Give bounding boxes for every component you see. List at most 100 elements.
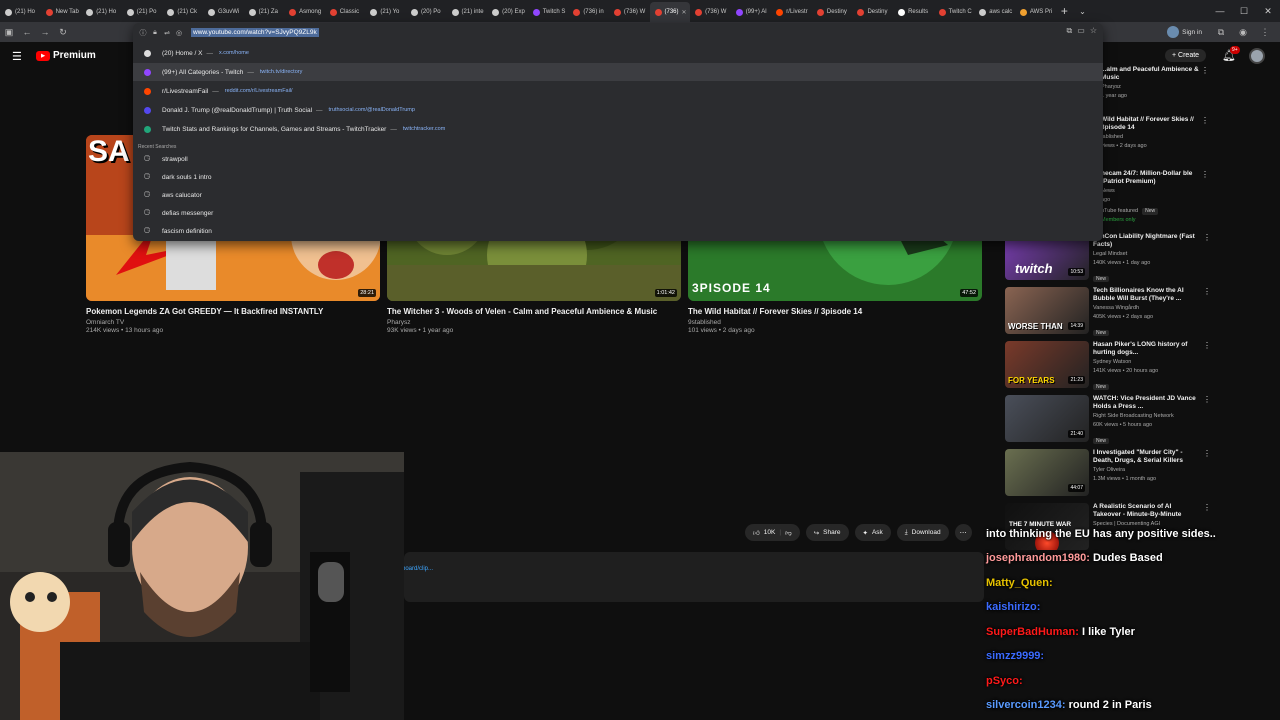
maximize-button[interactable]: ☐ [1232,0,1256,22]
sign-in-button[interactable]: Sign in [1161,24,1208,40]
browser-tab[interactable]: (736) ✕ [649,2,691,22]
extensions-icon[interactable]: ⧉ [1212,22,1230,42]
browser-tab[interactable]: Classic [325,2,366,22]
omnibox-suggestion[interactable]: (99+) All Categories - Twitch — twitch.tv/… [133,63,1103,81]
recent-search-item[interactable]: 🕒︎ aws calucator [133,186,1103,204]
browser-tab[interactable]: Twitch C [934,2,975,22]
browser-tab[interactable]: (21) Yo [365,2,406,22]
chat-username[interactable]: simzz9999: [986,650,1044,662]
chat-username[interactable]: kaishirizo: [986,601,1040,613]
recent-search-item[interactable]: 🕒︎ dark souls 1 intro [133,168,1103,186]
sidebar-channel[interactable]: Tyler Oliveira [1093,467,1201,474]
sidebar-video-title[interactable]: itchCon Liability Nightmare (Fast Facts) [1093,233,1201,249]
more-actions-button[interactable]: ⋯ [954,524,972,541]
forward-button[interactable]: → [36,22,54,42]
browser-tab[interactable]: (99+) Al [731,2,772,22]
sidebar-toggle-icon[interactable]: ▣ [0,22,18,42]
sidebar-thumbnail[interactable]: 21:40 [1005,395,1089,442]
sidebar-thumbnail[interactable]: WORSE THAN 14:39 [1005,287,1089,334]
like-button[interactable]: 👍︎ 10K | 👎︎ [745,524,800,541]
browser-tab[interactable]: (736) in [568,2,609,22]
sidebar-video-title[interactable]: I Investigated "Murder City" - Death, Dr… [1093,449,1201,465]
sidebar-video-title[interactable]: Tech Billionaires Know the AI Bubble Wil… [1093,287,1201,303]
browser-tab[interactable]: (21) Po [122,2,163,22]
youtube-premium-logo[interactable]: ▶ Premium [36,50,96,61]
cast-icon[interactable]: ▭ [1077,26,1085,36]
browser-tab[interactable]: (20) Exp [487,2,528,22]
bookmark-star-icon[interactable]: ☆ [1090,26,1097,36]
browser-tab[interactable]: r/Livestr [771,2,812,22]
omnibox-suggestion[interactable]: Donald J. Trump (@realDonaldTrump) | Tru… [133,101,1103,119]
chat-username[interactable]: josephrandom1980: [986,552,1090,564]
sidebar-video-title[interactable]: Hasan Piker's LONG history of hurting do… [1093,341,1201,357]
download-button[interactable]: ⤓ Download [896,524,949,541]
site-info-icon[interactable]: ⓘ [137,28,149,38]
more-options-icon[interactable]: ⋮ [1203,503,1211,512]
sidebar-thumbnail[interactable]: 44:07 [1005,449,1089,496]
sidebar-channel[interactable]: Legal Mindset [1093,251,1201,258]
browser-tab[interactable]: Destiny [852,2,893,22]
back-button[interactable]: ← [18,22,36,42]
more-options-icon[interactable]: ⋮ [1203,341,1211,350]
sidebar-channel[interactable]: News [1101,188,1209,195]
sidebar-channel[interactable]: Sydney Watson [1093,359,1201,366]
new-tab-button[interactable]: + [1055,4,1073,18]
sidebar-video-title[interactable]: necam 24/7: Million-Dollar ble (Patriot … [1101,170,1209,186]
tab-close-icon[interactable]: ✕ [682,9,687,16]
chat-username[interactable]: pSyco: [986,675,1023,687]
browser-tab[interactable]: New Tab [41,2,82,22]
video-title[interactable]: The Witcher 3 - Woods of Velen - Calm an… [387,307,681,317]
close-window-button[interactable]: ✕ [1256,0,1280,22]
more-options-icon[interactable]: ⋮ [1201,170,1209,179]
recent-search-item[interactable]: 🕒︎ fascism definition [133,222,1103,240]
browser-tab[interactable]: Asmong [284,2,325,22]
more-options-icon[interactable]: ⋮ [1201,66,1209,75]
browser-tab[interactable]: (21) Ho [0,2,41,22]
browser-tab[interactable]: (21) Ck [162,2,203,22]
thumbs-down-icon[interactable]: 👎︎ [785,529,792,537]
browser-tab[interactable]: (21) Ho [81,2,122,22]
channel-name[interactable]: Pharysz [387,319,681,326]
browser-tab[interactable]: Twitch S [528,2,569,22]
omnibox-suggestion[interactable]: (20) Home / X — x.com/home [133,44,1103,62]
sidebar-video-title[interactable]: WATCH: Vice President JD Vance Holds a P… [1093,395,1201,411]
browser-tab[interactable]: aws calc [974,2,1015,22]
address-bar[interactable]: ⓘ 🔒︎ ⇌ ◎ www.youtube.com/watch?v=SJvyPQ9… [133,23,1103,42]
share-button[interactable]: ↪ Share [805,524,849,541]
browser-tab[interactable]: G3uvWi [203,2,244,22]
video-title[interactable]: Pokemon Legends ZA Got GREEDY — It Backf… [86,307,380,317]
sidebar-video-title[interactable]: Wild Habitat // Forever Skies // 3pisode… [1101,116,1209,132]
omnibox-suggestion[interactable]: r/LivestreamFail — reddit.com/r/Livestream… [133,82,1103,100]
create-button[interactable]: + Create [1165,49,1207,62]
more-options-icon[interactable]: ⋮ [1203,449,1211,458]
menu-icon[interactable]: ⋮ [1256,22,1274,42]
omnibox-suggestion[interactable]: Twitch Stats and Rankings for Channels, … [133,120,1103,138]
channel-name[interactable]: Omniarch TV [86,319,380,326]
sidebar-video-title[interactable]: ...alm and Peaceful Ambience & Music [1101,66,1209,82]
video-title[interactable]: The Wild Habitat // Forever Skies // 3pi… [688,307,982,317]
minimize-button[interactable]: — [1208,0,1232,22]
more-options-icon[interactable]: ⋮ [1203,233,1211,242]
ask-button[interactable]: ✦ Ask [854,524,891,541]
browser-tab[interactable]: (20) Po [406,2,447,22]
sidebar-channel[interactable]: Species | Documenting AGI [1093,521,1201,528]
hamburger-menu-icon[interactable]: ☰ [12,50,22,63]
browser-tab[interactable]: (736) W [690,2,731,22]
sidebar-channel[interactable]: Right Side Broadcasting Network [1093,413,1201,420]
sidebar-thumbnail[interactable]: THE 7 MINUTE WAR [1005,503,1089,550]
url-text[interactable]: www.youtube.com/watch?v=SJvyPQ9ZL9k [191,28,319,37]
tab-search-chevron-icon[interactable]: ⌄ [1073,7,1091,16]
browser-tab[interactable]: AWS Pri [1015,2,1056,22]
chat-username[interactable]: SuperBadHuman: [986,626,1079,638]
chat-username[interactable]: Matty_Quen: [986,577,1053,589]
description-box[interactable] [404,552,984,602]
recent-search-item[interactable]: 🕒︎ defias messenger [133,204,1103,222]
chat-username[interactable]: silvercoin1234: [986,699,1066,711]
install-app-icon[interactable]: ⧉ [1067,26,1073,36]
more-options-icon[interactable]: ⋮ [1203,395,1211,404]
profile-icon[interactable]: ◉ [1234,22,1252,42]
recent-search-item[interactable]: 🕒︎ strawpoll [133,150,1103,168]
reload-button[interactable]: ↻ [54,22,72,42]
channel-name[interactable]: 9stablished [688,319,982,326]
more-options-icon[interactable]: ⋮ [1203,287,1211,296]
